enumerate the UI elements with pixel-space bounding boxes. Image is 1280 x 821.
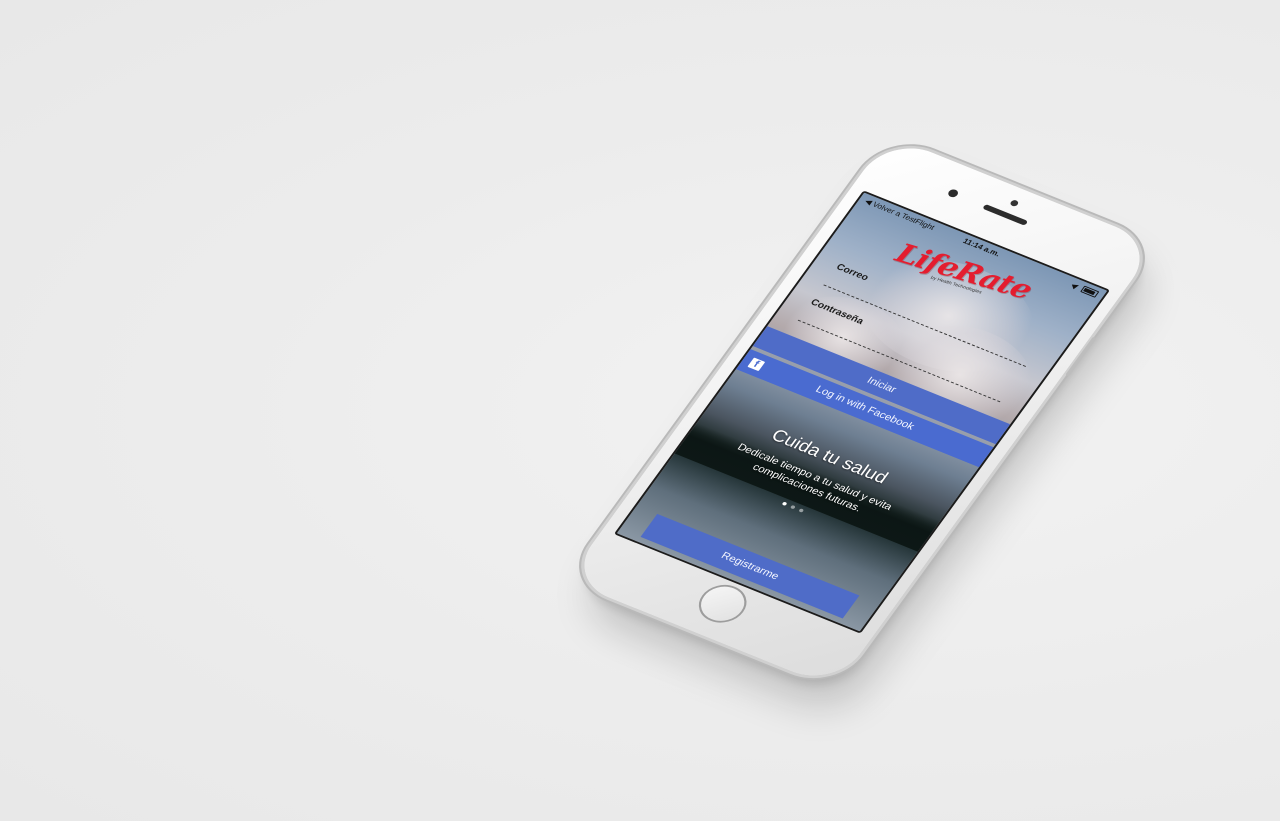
facebook-icon: f [747,357,766,372]
carousel-dot[interactable] [798,508,805,513]
carousel-dot[interactable] [789,504,796,510]
register-button[interactable]: Registrarme [640,513,860,619]
carousel-dot[interactable] [781,501,788,507]
stage: ◀ Volver a TestFlight 11:14 a.m. LifeRat… [0,0,1280,821]
status-icons [1071,282,1100,298]
earpiece-speaker [982,203,1029,226]
app-screen: ◀ Volver a TestFlight 11:14 a.m. LifeRat… [613,190,1111,634]
front-camera [1009,199,1020,208]
proximity-sensor [946,188,960,199]
back-to-testflight-link[interactable]: ◀ Volver a TestFlight [863,197,936,231]
status-time: 11:14 a.m. [961,236,1002,259]
phone-device: ◀ Volver a TestFlight 11:14 a.m. LifeRat… [565,135,1159,689]
location-icon [1071,282,1080,290]
battery-icon [1080,285,1100,298]
